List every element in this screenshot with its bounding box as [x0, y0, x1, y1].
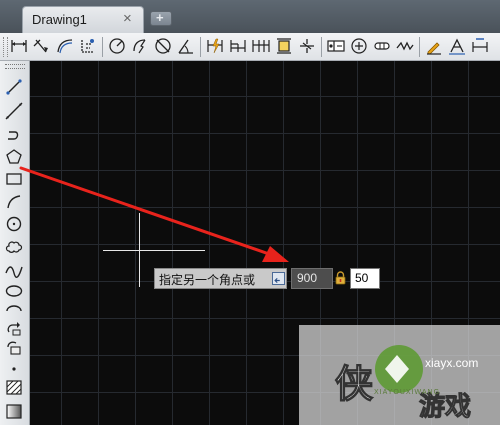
- options-arrow-icon[interactable]: [272, 272, 285, 285]
- new-tab-button[interactable]: +: [150, 10, 172, 26]
- point-icon[interactable]: [4, 357, 24, 377]
- aligned-dimension-icon[interactable]: [32, 36, 52, 56]
- make-block-icon[interactable]: [4, 337, 24, 357]
- dimension-text-edit-icon[interactable]: [447, 36, 467, 56]
- draw-toolbar: [0, 61, 30, 425]
- revision-cloud-icon[interactable]: [4, 237, 24, 257]
- close-tab-icon[interactable]: ×: [123, 10, 132, 28]
- crosshair-horizontal: [103, 250, 205, 251]
- construction-line-icon[interactable]: [4, 101, 24, 121]
- watermark: 侠 游戏 xiayx.com XIAYOUXIWANG: [299, 325, 500, 425]
- circle-icon[interactable]: [4, 214, 24, 234]
- plus-icon: +: [156, 10, 164, 25]
- toolbar-separator: [419, 37, 420, 57]
- continue-dimension-icon[interactable]: [251, 36, 271, 56]
- polyline-icon[interactable]: [4, 124, 24, 144]
- watermark-subtitle: XIAYOUXIWANG: [374, 389, 441, 396]
- quick-dimension-icon[interactable]: [205, 36, 225, 56]
- dimension-edit-icon[interactable]: [424, 36, 444, 56]
- dynamic-input-prompt: 指定另一个角点或: [154, 268, 287, 289]
- ordinate-dimension-icon[interactable]: [78, 36, 98, 56]
- insert-block-icon[interactable]: [4, 318, 24, 338]
- crosshair-vertical: [139, 213, 140, 287]
- dimension-input-1[interactable]: 900: [291, 268, 333, 289]
- linear-dimension-icon[interactable]: [9, 36, 29, 56]
- svg-text:游戏: 游戏: [419, 392, 471, 422]
- dimension-input-2[interactable]: 50: [350, 268, 380, 289]
- tab-bar: Drawing1 × +: [0, 0, 500, 33]
- inspection-icon[interactable]: [372, 36, 392, 56]
- center-mark-icon[interactable]: [349, 36, 369, 56]
- toolbar-separator: [200, 37, 201, 57]
- toolbar-separator: [321, 37, 322, 57]
- prompt-text: 指定另一个角点或: [159, 273, 256, 287]
- ellipse-icon[interactable]: [4, 281, 24, 301]
- line-icon[interactable]: [4, 77, 24, 97]
- toolbar-separator: [102, 37, 103, 57]
- diameter-dimension-icon[interactable]: [153, 36, 173, 56]
- watermark-site: xiayx.com: [425, 356, 479, 370]
- arc-length-dimension-icon[interactable]: [55, 36, 75, 56]
- hatch-icon[interactable]: [4, 377, 24, 397]
- polygon-icon[interactable]: [4, 147, 24, 167]
- tab-title: Drawing1: [32, 12, 87, 27]
- dimension-space-icon[interactable]: [274, 36, 294, 56]
- watermark-logo: 侠 游戏: [334, 345, 472, 423]
- arc-icon[interactable]: [4, 192, 24, 212]
- radius-dimension-icon[interactable]: [107, 36, 127, 56]
- dimension-toolbar: [0, 33, 500, 61]
- lock-icon: [334, 271, 347, 285]
- spline-icon[interactable]: [4, 259, 24, 279]
- tab-drawing1[interactable]: Drawing1 ×: [22, 6, 144, 33]
- toolbar-grip[interactable]: [3, 37, 8, 57]
- baseline-dimension-icon[interactable]: [228, 36, 248, 56]
- tolerance-icon[interactable]: [326, 36, 346, 56]
- svg-text:侠: 侠: [335, 362, 374, 406]
- jogged-dimension-icon[interactable]: [130, 36, 150, 56]
- autocad-window: Drawing1 × + 指定另一个角点或 900 50 侠 游戏 xiayx.…: [0, 0, 500, 425]
- rectangle-icon[interactable]: [4, 169, 24, 189]
- dimension-update-icon[interactable]: [470, 36, 490, 56]
- jogged-linear-icon[interactable]: [395, 36, 415, 56]
- gradient-icon[interactable]: [4, 401, 24, 421]
- dimension-break-icon[interactable]: [297, 36, 317, 56]
- toolbar-grip[interactable]: [5, 64, 25, 69]
- angular-dimension-icon[interactable]: [176, 36, 196, 56]
